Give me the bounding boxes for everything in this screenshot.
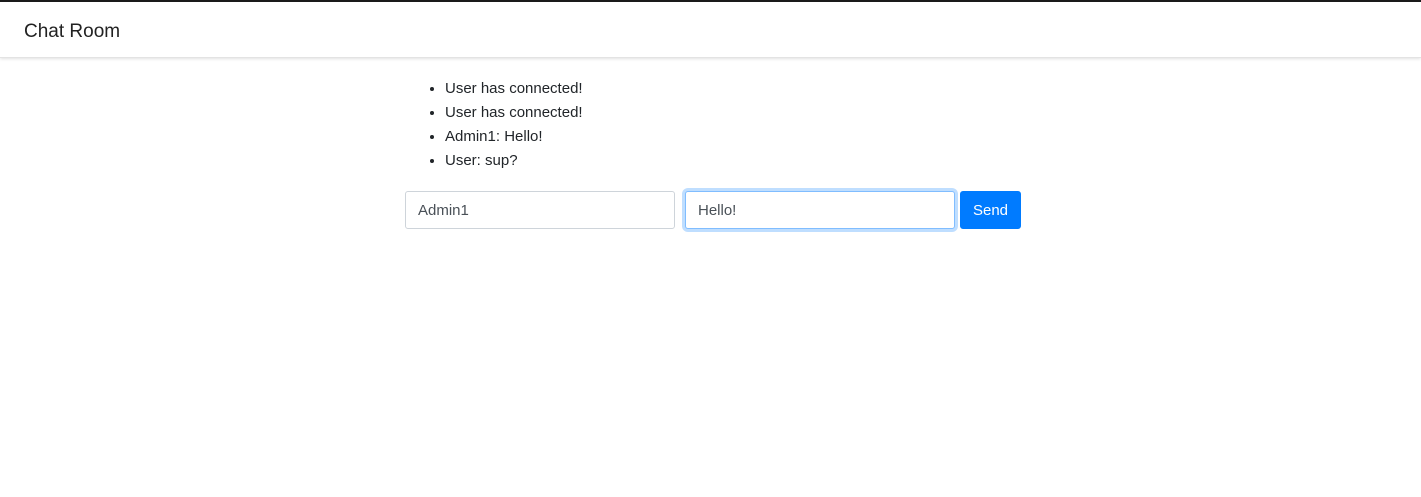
messages-list: User has connected! User has connected! …	[405, 77, 583, 173]
message-item: Admin1: Hello!	[445, 125, 583, 149]
message-item: User has connected!	[445, 77, 583, 101]
navbar: Chat Room	[0, 0, 1421, 58]
navbar-brand[interactable]: Chat Room	[24, 20, 120, 44]
message-item: User: sup?	[445, 149, 583, 173]
send-button[interactable]: Send	[960, 191, 1021, 229]
user-input[interactable]	[405, 191, 675, 229]
message-input[interactable]	[685, 191, 955, 229]
message-item: User has connected!	[445, 101, 583, 125]
